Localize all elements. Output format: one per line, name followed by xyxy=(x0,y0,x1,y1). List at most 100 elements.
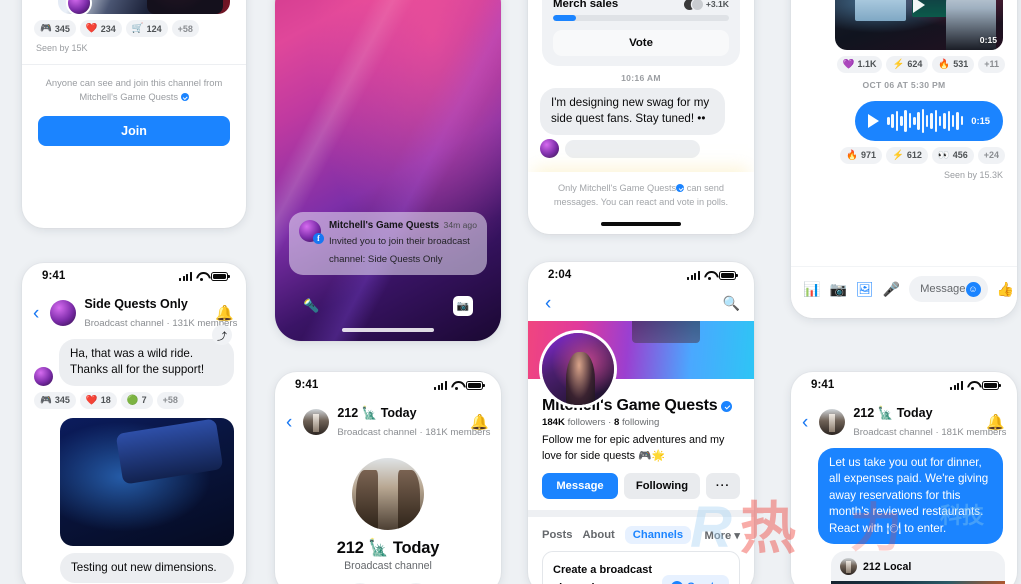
status-indicators xyxy=(686,270,738,280)
status-bar: 2:04 xyxy=(528,262,754,288)
tab-channels[interactable]: Channels xyxy=(624,526,692,545)
poll-option-count: +3.1K xyxy=(705,0,729,9)
message-bubble[interactable] xyxy=(565,139,700,158)
notification-timestamp: 34m ago xyxy=(443,220,477,230)
reaction-count: +58 xyxy=(177,23,193,34)
message-photo[interactable] xyxy=(58,0,230,14)
bell-icon[interactable]: 🔔 xyxy=(215,306,234,321)
more-options-button[interactable]: ··· xyxy=(706,473,740,500)
channel-subtitle: Broadcast channel · 181K members xyxy=(337,427,491,438)
channel-title: 212 🗽 Today xyxy=(337,406,417,420)
home-indicator xyxy=(601,222,681,226)
thumbs-up-icon[interactable]: 👍 xyxy=(997,282,1014,296)
camera-icon[interactable]: 📷 xyxy=(829,282,846,296)
status-indicators xyxy=(949,380,1001,390)
flashlight-icon[interactable]: 🔦 xyxy=(303,298,319,314)
reaction-pill-more[interactable]: +58 xyxy=(171,20,199,37)
poll-option[interactable]: Merch sales +3.1K xyxy=(553,0,729,21)
bell-icon[interactable]: 🔔 xyxy=(470,415,489,430)
play-icon[interactable] xyxy=(868,113,879,128)
message-bubble[interactable]: Ha, that was a wild ride. Thanks all for… xyxy=(59,339,234,386)
reaction-count: +58 xyxy=(162,395,178,406)
channel-title-block[interactable]: 212 🗽 Today Broadcast channel · 181K mem… xyxy=(853,404,1006,440)
gallery-icon[interactable]: 🖼 xyxy=(856,282,874,296)
back-icon[interactable]: ‹ xyxy=(799,413,811,432)
card-media-voice: back on those secrets, so stay tuned. 🚀 … xyxy=(791,0,1017,318)
video-duration: 0:15 xyxy=(979,34,997,45)
reaction-pill[interactable]: 🛒 124 xyxy=(125,20,168,37)
back-icon[interactable]: ‹ xyxy=(283,413,295,432)
tab-more[interactable]: More ▾ xyxy=(705,529,740,542)
channel-avatar[interactable] xyxy=(303,409,330,435)
message-photo[interactable] xyxy=(60,417,234,546)
voice-message[interactable]: 0:15 xyxy=(855,100,1003,141)
tab-posts[interactable]: Posts xyxy=(542,529,572,541)
message-bubble[interactable]: Let us take you out for dinner, all expe… xyxy=(818,448,1003,545)
reaction-pill[interactable]: 🔥 531 xyxy=(932,55,975,73)
reaction-pill[interactable]: 🎮 345 xyxy=(34,391,76,409)
poll-icon[interactable]: 📊 xyxy=(803,282,820,296)
notification-title: Mitchell's Game Quests xyxy=(329,220,440,231)
reaction-pill[interactable]: 💜 1.1K xyxy=(836,55,883,73)
video-message[interactable]: 0:15 xyxy=(835,0,1003,50)
status-time: 2:04 xyxy=(548,269,572,281)
avatar[interactable] xyxy=(352,458,424,530)
reaction-pill[interactable]: 🟢 7 xyxy=(120,391,153,409)
bell-icon[interactable]: 🔔 xyxy=(986,415,1005,430)
battery-icon xyxy=(982,380,1001,390)
channel-title-block[interactable]: 212 🗽 Today Broadcast channel · 181K mem… xyxy=(337,404,490,440)
poll-option-bar xyxy=(553,15,729,21)
message-bubble[interactable]: I'm designing new swag for my side quest… xyxy=(540,88,725,135)
join-button[interactable]: Join xyxy=(38,116,230,147)
channel-title-block[interactable]: Side Quests Only Broadcast channel · 131… xyxy=(84,295,237,331)
share-icon[interactable]: ⤴ xyxy=(212,325,232,345)
back-icon[interactable]: ‹ xyxy=(542,294,554,313)
search-icon[interactable]: 🔍 xyxy=(723,295,740,312)
back-icon[interactable]: ‹ xyxy=(30,304,42,323)
reaction-count: 531 xyxy=(953,59,969,70)
mic-icon[interactable]: 🎤 xyxy=(883,282,900,296)
verified-badge-icon xyxy=(721,400,733,412)
camera-icon[interactable]: 📷 xyxy=(453,296,473,316)
join-note-text: Anyone can see and join this channel fro… xyxy=(45,77,223,103)
reaction-pill[interactable]: ⚡ 624 xyxy=(886,55,929,73)
reaction-pill[interactable]: 🔥 971 xyxy=(840,146,882,164)
reaction-pill[interactable]: 👀 456 xyxy=(931,146,974,164)
avatar xyxy=(540,138,559,158)
join-footer: Anyone can see and join this channel fro… xyxy=(22,64,246,160)
reaction-count: 234 xyxy=(100,23,116,34)
reaction-pill-more[interactable]: +24 xyxy=(977,146,1005,164)
forwarded-post-header: 212 Local xyxy=(831,551,1005,581)
reaction-pill[interactable]: ❤️ 234 xyxy=(79,20,122,37)
avatar xyxy=(840,558,857,576)
profile-bio: Follow me for epic adventures and my lov… xyxy=(542,434,725,462)
channel-avatar[interactable] xyxy=(819,409,846,435)
message-button[interactable]: Message xyxy=(542,473,618,500)
gamepad-icon: 🎮 xyxy=(40,394,52,406)
message-input[interactable]: Message ☺ xyxy=(909,276,988,302)
message-placeholder: Message xyxy=(920,283,966,295)
reaction-pills: 🎮 345 ❤️ 234 🛒 124 +58 xyxy=(22,14,246,37)
permission-footer: Only Mitchell's Game Quests can send mes… xyxy=(528,172,754,234)
reaction-pill-more[interactable]: +11 xyxy=(978,55,1005,73)
avatar[interactable] xyxy=(542,333,614,405)
create-button[interactable]: ◉ Create xyxy=(662,575,729,584)
reaction-pill-more[interactable]: +58 xyxy=(156,391,184,409)
notification-banner[interactable]: Mitchell's Game Quests 34m ago Invited y… xyxy=(289,212,487,275)
tab-about[interactable]: About xyxy=(582,529,614,541)
cover-photo[interactable] xyxy=(528,321,754,405)
create-channel-text: Create a broadcast channel Share updates… xyxy=(553,560,654,584)
reaction-pill[interactable]: 🎮 345 xyxy=(34,20,76,37)
reaction-count: 7 xyxy=(141,395,147,406)
emoji-icon[interactable]: ☺ xyxy=(965,281,981,297)
play-icon[interactable] xyxy=(913,0,925,13)
following-button[interactable]: Following xyxy=(624,473,700,500)
message-caption[interactable]: Testing out new dimensions. xyxy=(60,552,234,584)
forwarded-post[interactable]: 212 Local xyxy=(831,551,1005,584)
channel-subtitle: Broadcast channel · 181K members xyxy=(853,427,1007,438)
reaction-pill[interactable]: ⚡ 612 xyxy=(885,146,928,164)
reaction-pill[interactable]: ❤️ 18 xyxy=(79,391,117,409)
channel-avatar[interactable] xyxy=(50,300,77,326)
reaction-count: 624 xyxy=(907,59,923,70)
vote-button[interactable]: Vote xyxy=(553,30,729,56)
